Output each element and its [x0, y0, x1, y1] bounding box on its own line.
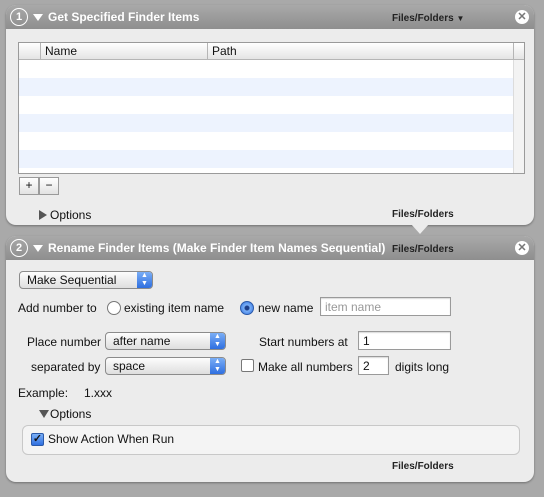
input-type-tag[interactable]: Files/Folders ▼ [392, 13, 464, 24]
new-name-radio[interactable] [240, 301, 254, 315]
action-header[interactable]: 2 Rename Finder Items (Make Finder Item … [6, 236, 534, 260]
input-type-label: Files/Folders [392, 13, 454, 24]
new-name-input[interactable] [321, 298, 450, 315]
show-action-label[interactable]: Show Action When Run [48, 432, 174, 446]
remove-item-button[interactable]: − [39, 177, 59, 195]
column-divider [40, 43, 41, 59]
add-number-to-label: Add number to [18, 301, 97, 315]
options-label[interactable]: Options [50, 208, 91, 222]
connector-notch [411, 224, 429, 234]
mode-popup-value: Make Sequential [27, 273, 117, 287]
place-number-value: after name [113, 334, 171, 348]
table-header: Name Path [19, 43, 524, 60]
separated-by-value: space [113, 359, 146, 373]
action-number: 1 [10, 8, 28, 26]
disclosure-triangle-icon[interactable] [33, 14, 43, 21]
vertical-scrollbar[interactable] [513, 60, 524, 173]
options-disclosure-icon[interactable] [39, 210, 47, 220]
options-label[interactable]: Options [50, 407, 91, 421]
place-number-label: Place number [27, 335, 102, 349]
example-label: Example: [18, 386, 69, 400]
items-table[interactable]: Name Path [18, 42, 525, 174]
place-number-popup[interactable]: after name ▲ ▼ [105, 332, 226, 350]
chevron-down-icon: ▼ [456, 14, 465, 23]
digits-field[interactable] [358, 356, 389, 375]
add-item-button[interactable]: + [19, 177, 39, 195]
options-disclosure-icon[interactable] [39, 410, 49, 418]
disclosure-triangle-icon[interactable] [33, 245, 43, 252]
column-header-path[interactable]: Path [212, 44, 237, 58]
close-icon[interactable]: ✕ [515, 10, 529, 24]
start-numbers-label: Start numbers at [259, 335, 348, 349]
action-number: 2 [10, 239, 28, 257]
mode-popup[interactable]: Make Sequential ▲ ▼ [19, 271, 153, 289]
input-type-label: Files/Folders [392, 244, 454, 255]
updown-arrows-icon: ▲ ▼ [210, 333, 225, 349]
action-title: Rename Finder Items (Make Finder Item Na… [48, 241, 386, 255]
separated-by-label: separated by [31, 360, 101, 374]
column-divider [207, 43, 208, 59]
close-icon[interactable]: ✕ [515, 241, 529, 255]
existing-item-name-label[interactable]: existing item name [124, 301, 224, 315]
output-type-tag: Files/Folders [392, 461, 454, 472]
table-row[interactable] [19, 114, 514, 132]
table-row[interactable] [19, 132, 514, 150]
updown-arrows-icon: ▲ ▼ [210, 358, 225, 374]
digits-long-label: digits long [395, 360, 450, 374]
action-get-specified-finder-items: 1 Get Specified Finder Items Files/Folde… [6, 5, 534, 225]
make-all-numbers-checkbox[interactable] [241, 359, 254, 372]
action-header[interactable]: 1 Get Specified Finder Items Files/Folde… [6, 5, 534, 29]
show-action-checkbox[interactable]: ✓ [31, 433, 44, 446]
start-numbers-input[interactable] [359, 332, 450, 349]
column-header-name[interactable]: Name [45, 44, 77, 58]
updown-arrows-icon: ▲ ▼ [137, 272, 152, 288]
output-type-tag: Files/Folders [392, 209, 454, 220]
action-rename-finder-items: 2 Rename Finder Items (Make Finder Item … [6, 236, 534, 482]
table-row[interactable] [19, 60, 514, 78]
new-name-field[interactable] [320, 297, 451, 316]
table-row[interactable] [19, 96, 514, 114]
make-all-numbers-label[interactable]: Make all numbers [258, 360, 353, 374]
table-row[interactable] [19, 150, 514, 168]
options-panel: ✓ Show Action When Run [22, 425, 520, 455]
column-divider [513, 43, 514, 59]
digits-input[interactable] [359, 357, 388, 374]
action-title: Get Specified Finder Items [48, 10, 200, 24]
existing-item-name-radio[interactable] [107, 301, 121, 315]
start-numbers-field[interactable] [358, 331, 451, 350]
table-row[interactable] [19, 78, 514, 96]
new-name-label[interactable]: new name [258, 301, 313, 315]
separated-by-popup[interactable]: space ▲ ▼ [105, 357, 226, 375]
example-value: 1.xxx [84, 386, 113, 400]
